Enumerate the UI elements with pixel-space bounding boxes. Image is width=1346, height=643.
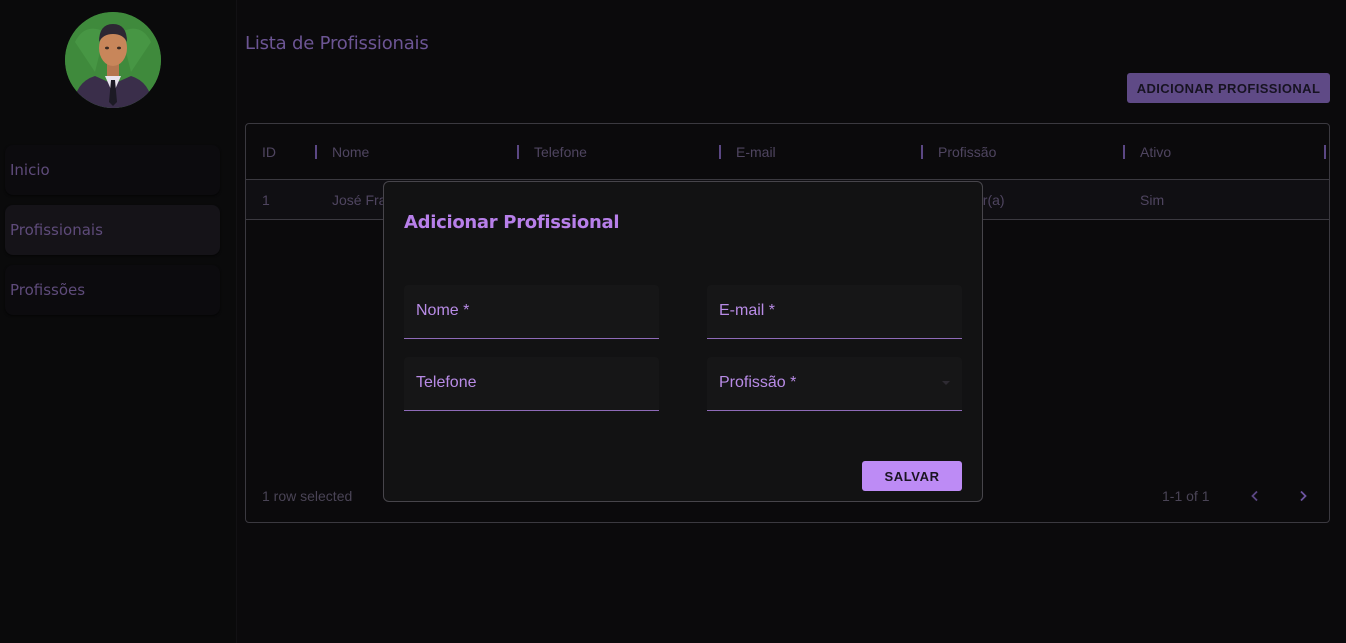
telefone-field[interactable]: Telefone bbox=[404, 357, 659, 411]
cell-ativo: Sim bbox=[1140, 192, 1165, 208]
person-avatar-icon bbox=[65, 12, 161, 108]
email-field-label: E-mail * bbox=[719, 302, 776, 319]
cell-id: 1 bbox=[262, 192, 270, 208]
profissao-select-label: Profissão * bbox=[719, 374, 797, 391]
column-separator[interactable] bbox=[1324, 145, 1326, 159]
column-header-id[interactable]: ID bbox=[262, 124, 276, 180]
column-header-telefone[interactable]: Telefone bbox=[534, 124, 587, 180]
email-field[interactable]: E-mail * bbox=[707, 285, 962, 339]
add-professional-dialog: Adicionar Profissional Nome * E-mail * T… bbox=[383, 181, 983, 502]
column-separator[interactable] bbox=[315, 145, 317, 159]
nome-field[interactable]: Nome * bbox=[404, 285, 659, 339]
selection-count: 1 row selected bbox=[262, 488, 353, 504]
nome-field-label: Nome * bbox=[416, 302, 470, 319]
save-button[interactable]: SALVAR bbox=[862, 461, 962, 491]
sidebar-item-profissoes[interactable]: Profissões bbox=[5, 265, 220, 315]
previous-page-icon[interactable] bbox=[1245, 486, 1265, 506]
column-separator[interactable] bbox=[1123, 145, 1125, 159]
sidebar-item-inicio[interactable]: Inicio bbox=[5, 145, 220, 195]
column-header-nome[interactable]: Nome bbox=[332, 124, 369, 180]
next-page-icon[interactable] bbox=[1293, 486, 1313, 506]
column-header-ativo[interactable]: Ativo bbox=[1140, 124, 1171, 180]
cell-nome: José Fra bbox=[332, 192, 387, 208]
sidebar-item-label: Profissões bbox=[10, 281, 86, 299]
sidebar: Inicio Profissionais Profissões bbox=[0, 0, 237, 643]
column-separator[interactable] bbox=[719, 145, 721, 159]
sidebar-item-label: Profissionais bbox=[10, 221, 103, 239]
page-title: Lista de Profissionais bbox=[245, 33, 429, 54]
sidebar-item-label: Inicio bbox=[10, 161, 50, 179]
dialog-title: Adicionar Profissional bbox=[404, 212, 620, 233]
pagination-range: 1-1 of 1 bbox=[1162, 488, 1210, 504]
column-separator[interactable] bbox=[921, 145, 923, 159]
user-avatar[interactable] bbox=[65, 12, 161, 108]
chevron-down-icon bbox=[942, 381, 950, 385]
column-header-email[interactable]: E-mail bbox=[736, 124, 776, 180]
column-separator[interactable] bbox=[517, 145, 519, 159]
telefone-field-label: Telefone bbox=[416, 374, 477, 391]
table-header: ID Nome Telefone E-mail Profissão Ativo bbox=[246, 124, 1329, 180]
sidebar-item-profissionais[interactable]: Profissionais bbox=[5, 205, 220, 255]
column-header-profissao[interactable]: Profissão bbox=[938, 124, 996, 180]
profissao-select[interactable]: Profissão * bbox=[707, 357, 962, 411]
add-professional-button[interactable]: ADICIONAR PROFISSIONAL bbox=[1127, 73, 1330, 103]
